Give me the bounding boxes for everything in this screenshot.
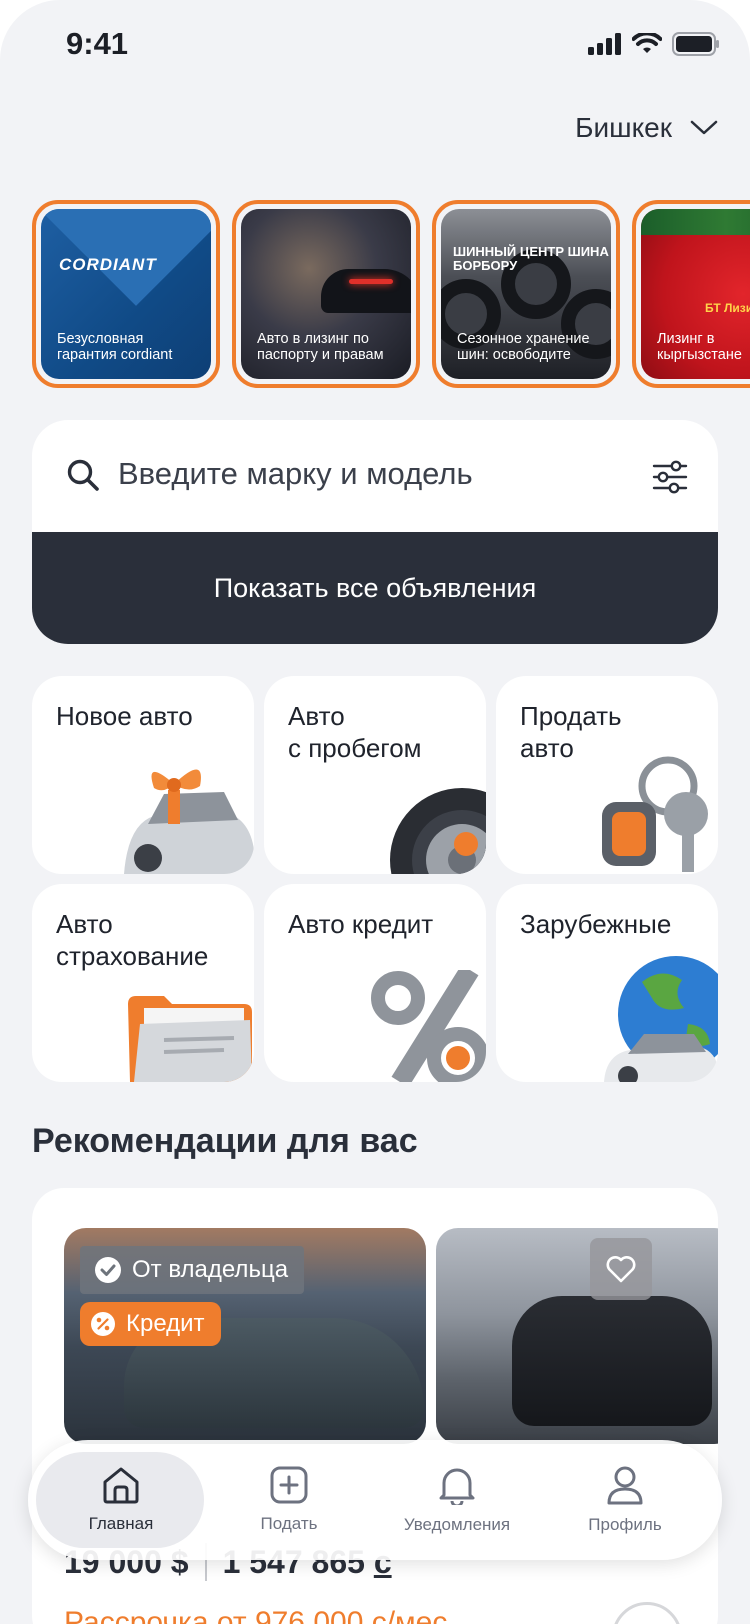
folder-icon bbox=[128, 996, 252, 1082]
home-icon bbox=[103, 1467, 139, 1504]
search-icon bbox=[67, 459, 99, 491]
recommendations-title: Рекомендации для вас bbox=[32, 1122, 418, 1160]
car-keys-icon bbox=[602, 756, 708, 872]
category-label: Зарубежные bbox=[520, 909, 672, 939]
globe-car-icon bbox=[604, 956, 718, 1082]
battery-icon bbox=[672, 32, 719, 56]
filter-icon[interactable] bbox=[652, 460, 688, 494]
nav-label: Подать bbox=[260, 1514, 318, 1533]
category-sell-car[interactable]: Продать авто bbox=[496, 676, 718, 874]
nav-notifications[interactable]: Уведомления bbox=[372, 1440, 542, 1560]
bell-icon bbox=[439, 1468, 475, 1505]
story-text: Лизинг в кыргызстане bbox=[657, 331, 742, 363]
nav-label: Главная bbox=[88, 1514, 154, 1533]
story-logo: CORDIANT bbox=[59, 255, 157, 274]
favorite-button[interactable] bbox=[590, 1238, 652, 1300]
credit-badge: Кредит bbox=[80, 1302, 221, 1346]
monthly-payment: Рассрочка от 976 000 с/мес bbox=[64, 1606, 448, 1624]
category-label: Авто кредит bbox=[288, 909, 434, 939]
city-label: Бишкек bbox=[575, 112, 672, 143]
story-tire-storage[interactable]: ШИННЫЙ ЦЕНТР ШИНА БОРБОРУ Сезонное хране… bbox=[432, 200, 620, 388]
add-square-icon bbox=[270, 1466, 308, 1504]
search-card: Введите марку и модель Показать все объя… bbox=[32, 420, 718, 644]
show-all-listings-button[interactable]: Показать все объявления bbox=[32, 532, 718, 644]
category-foreign-cars[interactable]: Зарубежные bbox=[496, 884, 718, 1082]
owner-badge-label: От владельца bbox=[132, 1256, 289, 1283]
category-car-credit[interactable]: Авто кредит bbox=[264, 884, 486, 1082]
gift-car-icon bbox=[124, 769, 254, 874]
category-insurance[interactable]: Авто страхование bbox=[32, 884, 254, 1082]
status-icons bbox=[588, 32, 720, 56]
story-text: Сезонное хранение шин: освободите bbox=[457, 331, 590, 363]
category-used-cars[interactable]: Авто с пробегом bbox=[264, 676, 486, 874]
nav-label: Профиль bbox=[588, 1515, 662, 1534]
story-text: Безусловная гарантия cordiant bbox=[57, 331, 173, 363]
category-label: Авто страхование bbox=[56, 909, 209, 971]
story-logo: ШИННЫЙ ЦЕНТР ШИНА БОРБОРУ bbox=[453, 244, 609, 273]
listing-photo[interactable]: От владельца Кредит bbox=[64, 1228, 426, 1444]
story-leasing[interactable]: Авто в лизинг по паспорту и правам bbox=[232, 200, 420, 388]
stories-carousel[interactable]: CORDIANT Безусловная гарантия cordiant А… bbox=[32, 200, 750, 390]
verified-icon bbox=[95, 1257, 121, 1283]
discount-icon bbox=[91, 1312, 115, 1336]
owner-badge: От владельца bbox=[80, 1246, 305, 1294]
story-text: Авто в лизинг по паспорту и правам bbox=[257, 331, 384, 363]
chevron-down-icon bbox=[690, 120, 718, 135]
nav-post[interactable]: Подать bbox=[204, 1440, 374, 1560]
user-icon bbox=[607, 1466, 643, 1505]
category-label: Новое авто bbox=[56, 701, 193, 731]
listing-photo[interactable] bbox=[436, 1228, 718, 1444]
heart-icon bbox=[606, 1256, 636, 1283]
story-cordiant[interactable]: CORDIANT Безусловная гарантия cordiant bbox=[32, 200, 220, 388]
wifi-icon bbox=[632, 33, 662, 53]
nav-label: Уведомления bbox=[403, 1515, 511, 1534]
credit-badge-label: Кредит bbox=[126, 1310, 205, 1337]
percent-icon bbox=[371, 970, 486, 1082]
search-input[interactable]: Введите марку и модель bbox=[32, 420, 718, 532]
search-placeholder: Введите марку и модель bbox=[118, 456, 473, 491]
signal-icon bbox=[588, 33, 621, 55]
home-screen: 9:41 Бишкек CORDIANT Безусловная гаранти… bbox=[0, 0, 750, 1624]
status-time: 9:41 bbox=[66, 26, 129, 61]
bottom-nav: Главная Подать Уведомления Профиль bbox=[28, 1440, 722, 1560]
nav-profile[interactable]: Профиль bbox=[540, 1440, 710, 1560]
wheel-icon bbox=[390, 788, 486, 874]
story-bt-leasing[interactable]: БТ Лизинг Лизинг в кыргызстане bbox=[632, 200, 750, 388]
city-selector[interactable]: Бишкек bbox=[575, 112, 718, 144]
category-label: Авто с пробегом bbox=[288, 701, 422, 763]
nav-home[interactable]: Главная bbox=[36, 1440, 206, 1560]
dealer-avatar[interactable] bbox=[612, 1602, 682, 1624]
category-grid: Новое авто Авто с пробегом Продать авто … bbox=[32, 676, 718, 1082]
category-new-cars[interactable]: Новое авто bbox=[32, 676, 254, 874]
story-logo: БТ Лизинг bbox=[705, 301, 750, 315]
